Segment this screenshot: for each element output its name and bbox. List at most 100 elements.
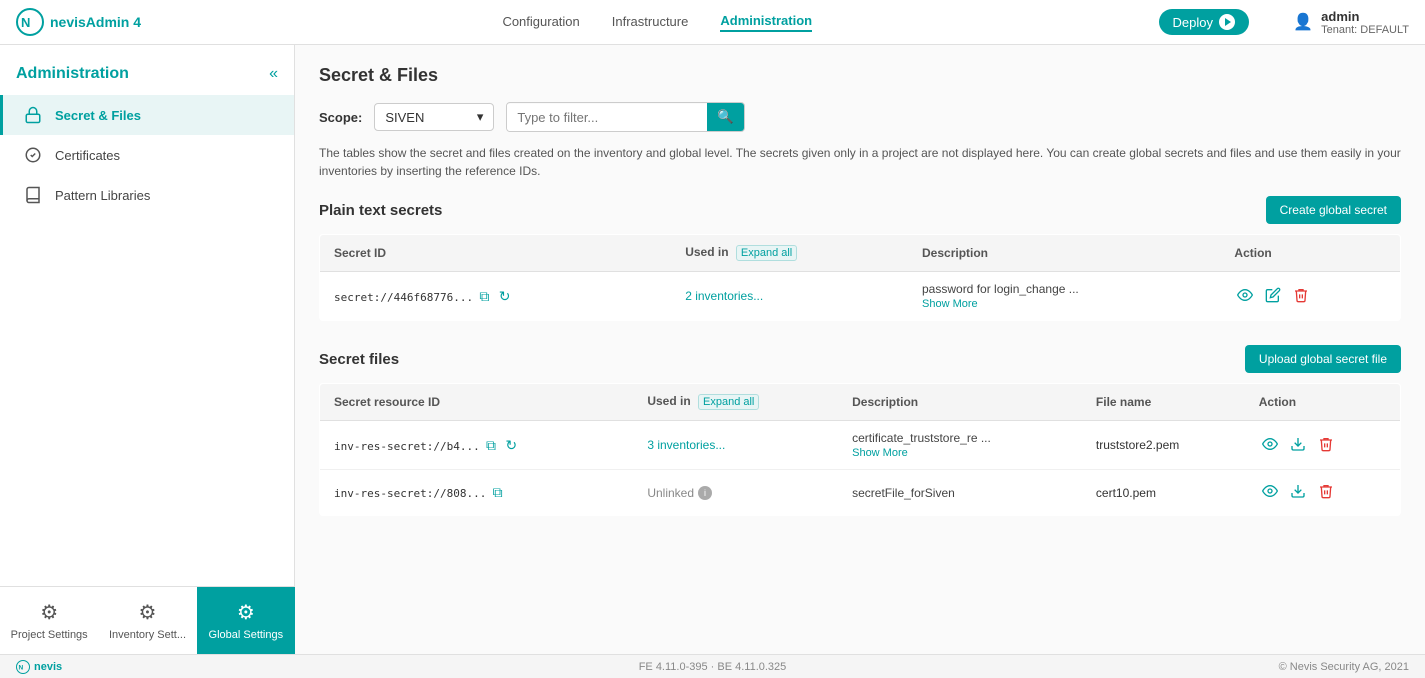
tab-label: Project Settings [11,629,88,641]
expand-all-plain-button[interactable]: Expand all [736,245,797,261]
plain-secrets-table: Secret ID Used in Expand all Description… [319,234,1401,321]
copy-secret-id-button[interactable]: ⧉ [476,285,492,308]
main-layout: Administration « Secret & Files Certific… [0,45,1425,654]
delete-secret-button[interactable] [1290,284,1312,309]
sidebar-item-secrets[interactable]: Secret & Files [0,95,294,135]
plain-secrets-title: Plain text secrets [319,202,442,219]
nevis-logo-footer: N nevis [16,660,62,674]
tenant-label: Tenant: DEFAULT [1321,24,1409,36]
user-icon: 👤 [1293,12,1313,32]
file-description-cell-2: secretFile_forSiven [838,470,1082,516]
main-content: Secret & Files Scope: SIVEN ▾ 🔍 The tabl… [295,45,1425,654]
project-settings-icon: ⚙ [40,600,58,625]
expand-all-files-button[interactable]: Expand all [698,394,759,410]
info-text: The tables show the secret and files cre… [319,144,1401,180]
secret-files-title: Secret files [319,351,399,368]
file-action-cell [1245,421,1401,470]
nav-administration[interactable]: Administration [720,13,812,32]
table-row: inv-res-secret://808... ⧉ Unlinked i sec… [320,470,1401,516]
sidebar-title: Administration [16,65,129,83]
resource-id-cell: inv-res-secret://b4... ⧉ ↻ [320,421,634,470]
resource-id-cell-2: inv-res-secret://808... ⧉ [320,470,634,516]
nav-infrastructure[interactable]: Infrastructure [612,14,689,31]
nav-items: Configuration Infrastructure Administrat… [156,13,1159,32]
app-logo: N nevisAdmin 4 [16,8,156,36]
delete-file-button[interactable] [1315,433,1337,458]
used-in-link[interactable]: 2 inventories... [685,289,763,303]
search-icon: 🔍 [717,109,734,125]
show-more-link[interactable]: Show More [922,298,1206,310]
used-in-file-link[interactable]: 3 inventories... [647,438,725,452]
admin-name: admin [1321,9,1409,24]
sidebar-item-pattern-libraries[interactable]: Pattern Libraries [0,175,294,215]
tab-inventory-settings[interactable]: ⚙ Inventory Sett... [98,587,196,654]
info-icon[interactable]: i [698,486,712,500]
file-action-icons-2 [1259,480,1386,505]
copy-resource-id-button-2[interactable]: ⧉ [490,481,506,504]
scope-bar: Scope: SIVEN ▾ 🔍 [319,102,1401,132]
user-info: 👤 admin Tenant: DEFAULT [1249,9,1409,36]
download-file-button-2[interactable] [1287,480,1309,505]
file-name-cell-2: cert10.pem [1082,470,1245,516]
check-badge-icon [23,145,43,165]
scope-value: SIVEN [385,110,424,125]
tab-project-settings[interactable]: ⚙ Project Settings [0,587,98,654]
deploy-button[interactable]: Deploy [1159,9,1249,35]
sidebar: Administration « Secret & Files Certific… [0,45,295,654]
col-action-files: Action [1245,384,1401,421]
col-secret-id: Secret ID [320,235,672,272]
view-secret-button[interactable] [1234,284,1256,309]
refresh-resource-button[interactable]: ↻ [502,434,520,457]
description-cell: password for login_change ... Show More [908,272,1220,321]
unlinked-cell: Unlinked i [647,486,824,500]
col-resource-id: Secret resource ID [320,384,634,421]
used-in-file-cell: 3 inventories... [633,421,838,470]
sidebar-item-label: Secret & Files [55,108,141,123]
table-row: secret://446f68776... ⧉ ↻ 2 inventories.… [320,272,1401,321]
svg-text:N: N [21,15,30,30]
col-used-in-files: Used in Expand all [633,384,838,421]
nav-configuration[interactable]: Configuration [502,14,579,31]
inventory-settings-icon: ⚙ [139,600,157,625]
navbar: N nevisAdmin 4 Configuration Infrastruct… [0,0,1425,45]
lock-icon [23,105,43,125]
upload-secret-file-button[interactable]: Upload global secret file [1245,345,1401,373]
sidebar-collapse-button[interactable]: « [269,65,278,83]
col-file-name: File name [1082,384,1245,421]
edit-secret-button[interactable] [1262,284,1284,309]
delete-file-button-2[interactable] [1315,480,1337,505]
sidebar-item-label: Certificates [55,148,120,163]
tab-label: Global Settings [209,629,284,641]
col-action: Action [1220,235,1400,272]
deploy-play-icon [1219,14,1235,30]
book-icon [23,185,43,205]
action-icons [1234,284,1386,309]
secret-id-cell: secret://446f68776... ⧉ ↻ [320,272,672,321]
file-description-cell: certificate_truststore_re ... Show More [838,421,1082,470]
global-settings-icon: ⚙ [237,600,255,625]
refresh-secret-button[interactable]: ↻ [496,285,514,308]
copy-resource-id-button[interactable]: ⧉ [483,434,499,457]
secret-files-header: Secret files Upload global secret file [319,345,1401,373]
view-file-button-2[interactable] [1259,480,1281,505]
user-details: admin Tenant: DEFAULT [1321,9,1409,36]
sidebar-title-bar: Administration « [0,53,294,95]
scope-dropdown[interactable]: SIVEN ▾ [374,103,494,131]
view-file-button[interactable] [1259,433,1281,458]
col-description-files: Description [838,384,1082,421]
sidebar-item-certificates[interactable]: Certificates [0,135,294,175]
create-global-secret-button[interactable]: Create global secret [1266,196,1401,224]
used-in-file-cell-2: Unlinked i [633,470,838,516]
file-action-icons [1259,433,1386,458]
bottom-tabs: ⚙ Project Settings ⚙ Inventory Sett... ⚙… [0,586,295,654]
filter-input[interactable] [507,104,707,131]
download-file-button[interactable] [1287,433,1309,458]
filter-search-button[interactable]: 🔍 [707,103,744,131]
filter-container: 🔍 [506,102,745,132]
show-more-file-link[interactable]: Show More [852,447,1068,459]
chevron-down-icon: ▾ [477,109,484,125]
table-row: inv-res-secret://b4... ⧉ ↻ 3 inventories… [320,421,1401,470]
footer-copyright: © Nevis Security AG, 2021 [1279,661,1409,673]
plain-secrets-header: Plain text secrets Create global secret [319,196,1401,224]
tab-global-settings[interactable]: ⚙ Global Settings [197,587,295,654]
